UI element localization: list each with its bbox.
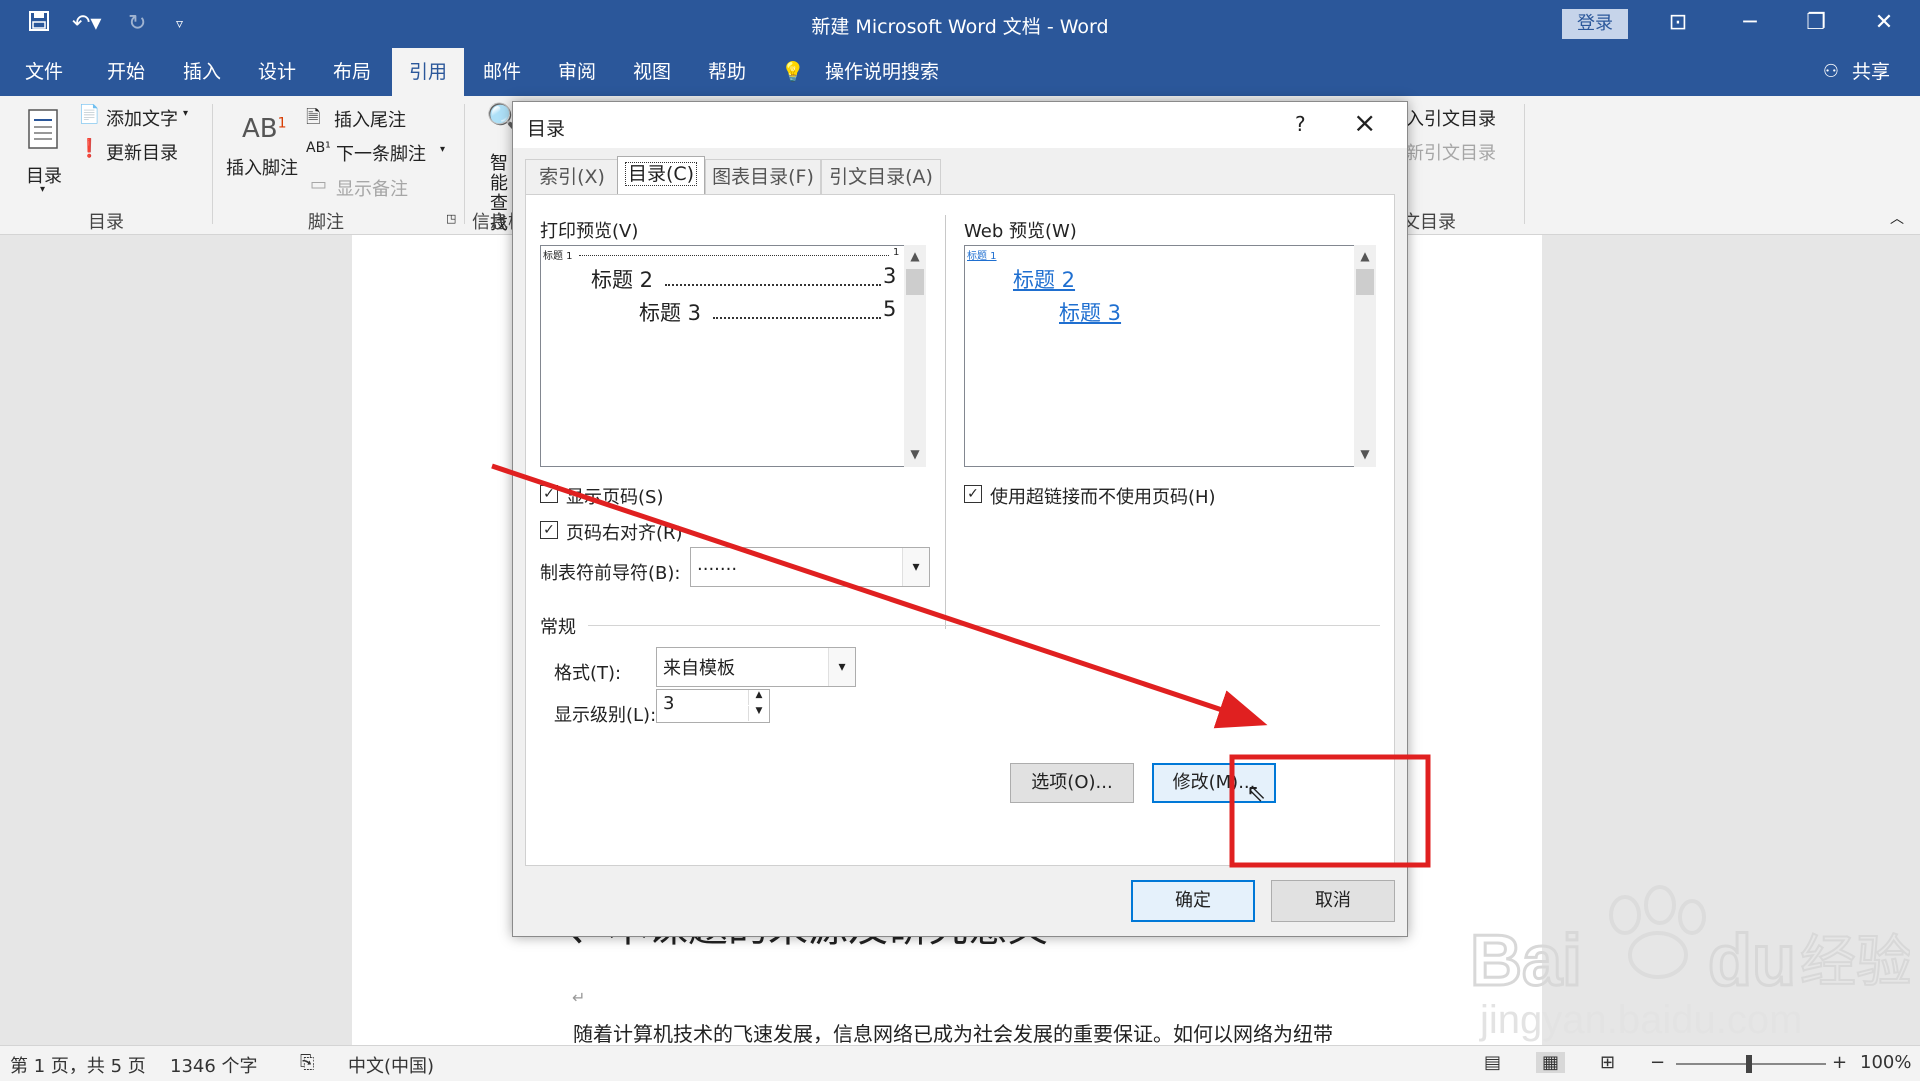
annotation-arrow	[491, 463, 1268, 729]
annotation-highlight-box	[1229, 754, 1431, 868]
annotation-overlay	[491, 463, 1431, 868]
